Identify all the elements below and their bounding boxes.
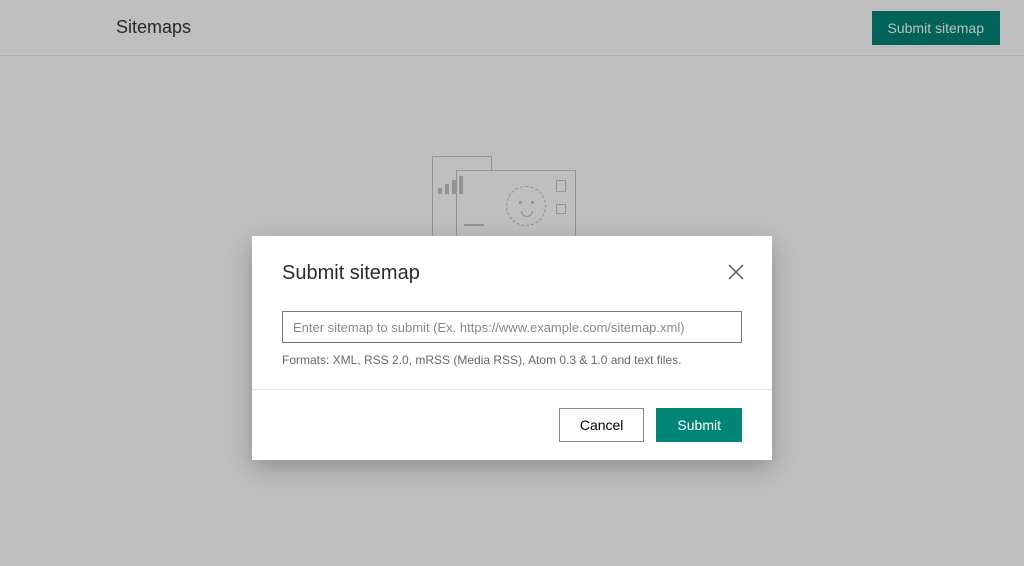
submit-button[interactable]: Submit [656,408,742,442]
dialog-close-button[interactable] [724,260,748,284]
submit-sitemap-dialog: Submit sitemap Formats: XML, RSS 2.0, mR… [252,236,772,460]
sitemap-url-input[interactable] [282,311,742,343]
cancel-button[interactable]: Cancel [559,408,645,442]
modal-overlay[interactable]: Submit sitemap Formats: XML, RSS 2.0, mR… [0,0,1024,566]
dialog-footer: Cancel Submit [252,389,772,460]
dialog-title: Submit sitemap [282,262,742,285]
close-icon [728,264,744,280]
formats-hint: Formats: XML, RSS 2.0, mRSS (Media RSS),… [282,353,742,367]
